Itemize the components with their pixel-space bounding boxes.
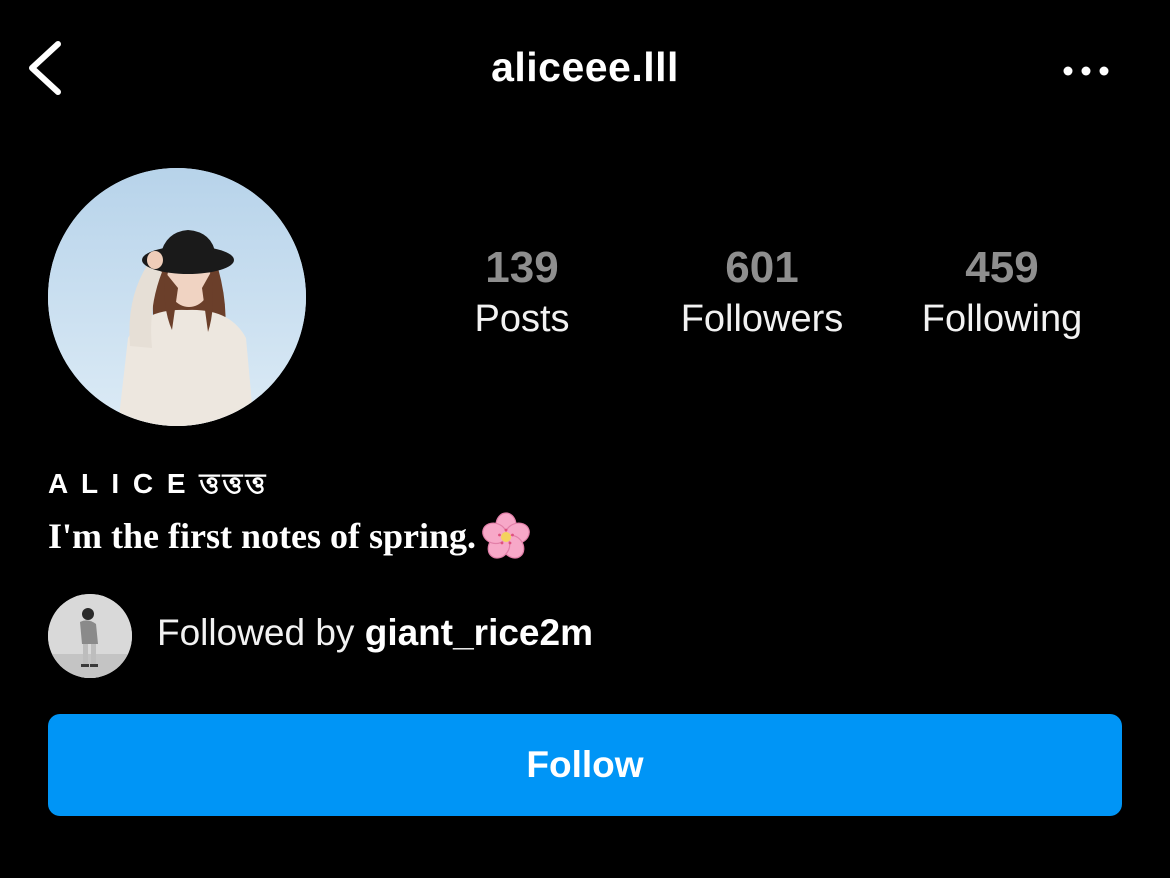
display-name: A L I C E ত্তত্তত্ত [48, 468, 269, 499]
profile-avatar[interactable] [48, 168, 306, 426]
followers-stat[interactable]: 601 Followers [642, 242, 882, 342]
posts-stat[interactable]: 139 Posts [402, 242, 642, 342]
posts-label: Posts [474, 298, 570, 340]
following-count: 459 [965, 243, 1039, 292]
more-options-button[interactable] [1058, 56, 1114, 86]
follow-button[interactable]: Follow [48, 714, 1122, 816]
bio: I'm the first notes of spring. [48, 510, 532, 562]
cherry-blossom-icon [480, 510, 532, 562]
profile-photo [48, 168, 306, 426]
followed-by-text[interactable]: Followed by giant_rice2m [157, 612, 593, 654]
posts-count: 139 [485, 243, 559, 292]
mutual-username[interactable]: giant_rice2m [365, 612, 593, 653]
mutual-follower-avatar[interactable] [48, 594, 132, 678]
followers-count: 601 [725, 243, 799, 292]
followers-label: Followers [680, 298, 844, 340]
follow-button-label: Follow [526, 744, 644, 785]
following-label: Following [921, 298, 1083, 340]
following-stat[interactable]: 459 Following [882, 242, 1122, 342]
profile-username-title: aliceee.lll [491, 44, 679, 90]
bio-text: I'm the first notes of spring. [48, 516, 476, 556]
mutual-follower-photo [48, 594, 132, 678]
more-horizontal-icon [1063, 66, 1109, 76]
followed-by-prefix: Followed by [157, 612, 365, 653]
